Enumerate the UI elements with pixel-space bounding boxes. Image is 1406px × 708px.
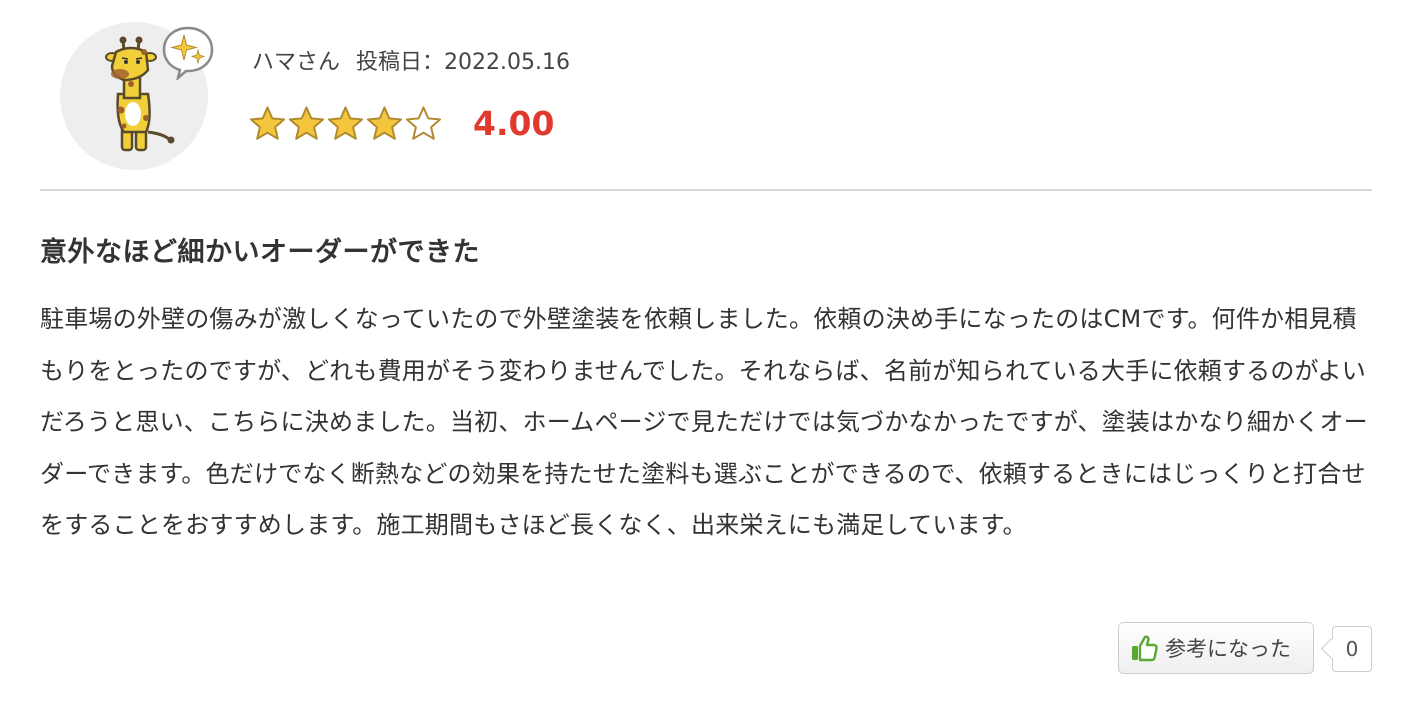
review-card: ハマさん 投稿日：2022.05.16 4.00 意外なほど細かいオーダーができた… bbox=[0, 0, 1406, 708]
rating-score: 4.00 bbox=[473, 104, 555, 143]
star-rating bbox=[248, 104, 443, 144]
sparkle-bubble-icon bbox=[160, 24, 216, 82]
star-icon bbox=[288, 106, 325, 140]
helpful-button[interactable]: 参考になった bbox=[1118, 622, 1314, 674]
star-icon bbox=[405, 106, 442, 140]
review-meta: ハマさん 投稿日：2022.05.16 bbox=[252, 44, 570, 76]
review-title: 意外なほど細かいオーダーができた bbox=[40, 237, 480, 268]
review-body: 駐車場の外壁の傷みが激しくなっていたので外壁塗装を依頼しました。依頼の決め手にな… bbox=[40, 305, 1368, 539]
helpful-label: 参考になった bbox=[1165, 637, 1291, 661]
star-icon bbox=[366, 106, 403, 140]
rating: 4.00 bbox=[248, 104, 554, 144]
divider bbox=[40, 189, 1372, 191]
post-date: 投稿日：2022.05.16 bbox=[356, 50, 570, 75]
star-icon bbox=[327, 106, 364, 140]
helpful-count: 0 bbox=[1332, 626, 1372, 672]
author-name: ハマさん bbox=[252, 50, 341, 75]
star-icon bbox=[249, 106, 286, 140]
thumbs-up-icon bbox=[1132, 635, 1158, 662]
